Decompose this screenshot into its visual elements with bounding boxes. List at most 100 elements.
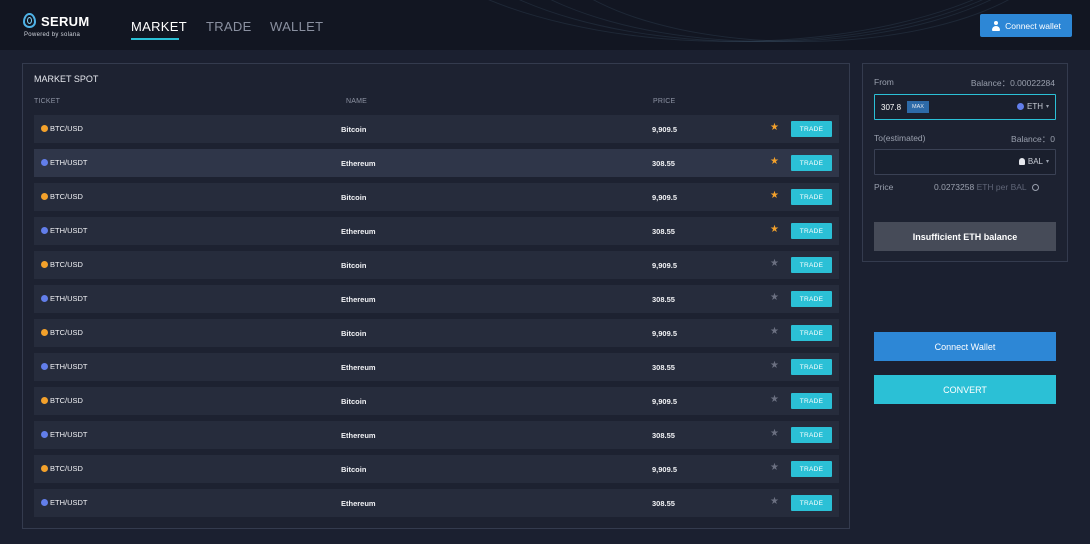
price-value: 0.0273258: [934, 182, 975, 192]
star-icon[interactable]: ★: [770, 293, 779, 303]
trade-button[interactable]: TRADE: [791, 359, 832, 375]
name-cell: Bitcoin: [341, 397, 367, 406]
table-row[interactable]: ETH/USDT Ethereum 308.55 ★ TRADE: [34, 217, 839, 245]
convert-button[interactable]: CONVERT: [874, 375, 1056, 404]
star-icon[interactable]: ★: [770, 157, 779, 167]
table-row[interactable]: ETH/USDT Ethereum 308.55 ★ TRADE: [34, 421, 839, 449]
trade-button[interactable]: TRADE: [791, 121, 832, 137]
star-icon[interactable]: ★: [770, 327, 779, 337]
trade-button[interactable]: TRADE: [791, 223, 832, 239]
connect-wallet-button[interactable]: Connect wallet: [980, 14, 1072, 37]
from-token-select[interactable]: ETH ▾: [1016, 102, 1049, 111]
table-row[interactable]: ETH/USDT Ethereum 308.55 ★ TRADE: [34, 149, 839, 177]
table-row[interactable]: BTC/USD Bitcoin 9,909.5 ★ TRADE: [34, 251, 839, 279]
table-row[interactable]: ETH/USDT Ethereum 308.55 ★ TRADE: [34, 353, 839, 381]
name-cell: Bitcoin: [341, 261, 367, 270]
star-icon[interactable]: ★: [770, 395, 779, 405]
price-cell: 308.55: [652, 295, 675, 304]
trade-button[interactable]: TRADE: [791, 495, 832, 511]
trade-button[interactable]: TRADE: [791, 393, 832, 409]
ticker-label: BTC/USD: [50, 192, 83, 201]
name-cell: Ethereum: [341, 431, 376, 440]
ticker-label: BTC/USD: [50, 260, 83, 269]
max-button[interactable]: MAX: [907, 101, 929, 113]
ticker-cell: BTC/USD: [41, 396, 83, 405]
serum-logo-icon: [23, 13, 36, 28]
ethereum-icon: [41, 227, 48, 234]
price-cell: 9,909.5: [652, 329, 678, 338]
table-row[interactable]: BTC/USD Bitcoin 9,909.5 ★ TRADE: [34, 183, 839, 211]
convert-panel: From Balance：0.00022284 307.8 MAX ETH ▾ …: [862, 63, 1068, 262]
serum-logo[interactable]: SERUM Powered by solana: [22, 12, 92, 42]
price-readout: 0.0273258 ETH per BAL: [934, 182, 1039, 192]
star-icon[interactable]: ★: [770, 497, 779, 507]
star-icon[interactable]: ★: [770, 463, 779, 473]
from-balance: Balance：0.00022284: [970, 78, 1055, 88]
ticker-label: BTC/USD: [50, 396, 83, 405]
tab-wallet[interactable]: WALLET: [270, 19, 323, 34]
star-icon[interactable]: ★: [770, 361, 779, 371]
name-cell: Bitcoin: [341, 193, 367, 202]
brand-name: SERUM: [41, 14, 90, 29]
to-amount-field[interactable]: BAL ▾: [874, 149, 1056, 175]
table-row[interactable]: BTC/USD Bitcoin 9,909.5 ★ TRADE: [34, 387, 839, 415]
price-cell: 9,909.5: [652, 465, 678, 474]
star-icon[interactable]: ★: [770, 191, 779, 201]
table-row[interactable]: ETH/USDT Ethereum 308.55 ★ TRADE: [34, 489, 839, 517]
from-amount-value: 307.8: [881, 103, 902, 112]
star-icon[interactable]: ★: [770, 259, 779, 269]
trade-button[interactable]: TRADE: [791, 427, 832, 443]
connect-wallet-main-button[interactable]: Connect Wallet: [874, 332, 1056, 361]
ticker-cell: BTC/USD: [41, 328, 83, 337]
ethereum-icon: [41, 159, 48, 166]
tab-market[interactable]: MARKET: [131, 19, 187, 34]
name-cell: Ethereum: [341, 227, 376, 236]
ticker-cell: BTC/USD: [41, 464, 83, 473]
balancer-icon: [1018, 158, 1025, 165]
trade-button[interactable]: TRADE: [791, 461, 832, 477]
bitcoin-icon: [41, 397, 48, 404]
price-cell: 9,909.5: [652, 193, 678, 202]
ticker-label: BTC/USD: [50, 464, 83, 473]
bitcoin-icon: [41, 125, 48, 132]
table-row[interactable]: ETH/USDT Ethereum 308.55 ★ TRADE: [34, 285, 839, 313]
ticker-cell: ETH/USDT: [41, 226, 88, 235]
price-cell: 9,909.5: [652, 125, 678, 134]
to-token-select[interactable]: BAL ▾: [1018, 157, 1049, 166]
trade-button[interactable]: TRADE: [791, 189, 832, 205]
trade-button[interactable]: TRADE: [791, 325, 832, 341]
price-cell: 308.55: [652, 363, 675, 372]
ethereum-icon: [1016, 103, 1024, 110]
table-row[interactable]: BTC/USD Bitcoin 9,909.5 ★ TRADE: [34, 455, 839, 483]
name-cell: Ethereum: [341, 159, 376, 168]
from-amount-field[interactable]: 307.8 MAX ETH ▾: [874, 94, 1056, 120]
swap-icon[interactable]: [1031, 184, 1039, 191]
ticker-cell: ETH/USDT: [41, 294, 88, 303]
insufficient-balance-button[interactable]: Insufficient ETH balance: [874, 222, 1056, 251]
ticker-cell: BTC/USD: [41, 260, 83, 269]
ethereum-icon: [41, 363, 48, 370]
trade-button[interactable]: TRADE: [791, 257, 832, 273]
star-icon[interactable]: ★: [770, 123, 779, 133]
star-icon[interactable]: ★: [770, 225, 779, 235]
brand-tagline: Powered by solana: [24, 32, 81, 38]
ticker-cell: ETH/USDT: [41, 158, 88, 167]
price-cell: 308.55: [652, 499, 675, 508]
name-cell: Ethereum: [341, 499, 376, 508]
trade-button[interactable]: TRADE: [791, 155, 832, 171]
trade-button[interactable]: TRADE: [791, 291, 832, 307]
table-row[interactable]: BTC/USD Bitcoin 9,909.5 ★ TRADE: [34, 115, 839, 143]
ethereum-icon: [41, 431, 48, 438]
table-row[interactable]: BTC/USD Bitcoin 9,909.5 ★ TRADE: [34, 319, 839, 347]
tab-trade[interactable]: TRADE: [206, 19, 252, 34]
column-header-ticket: TICKET: [34, 98, 61, 105]
ticker-cell: BTC/USD: [41, 124, 83, 133]
ticker-label: ETH/USDT: [50, 362, 88, 371]
star-icon[interactable]: ★: [770, 429, 779, 439]
ticker-cell: ETH/USDT: [41, 498, 88, 507]
bitcoin-icon: [41, 465, 48, 472]
price-cell: 308.55: [652, 431, 675, 440]
column-header-name: NAME: [346, 98, 368, 105]
market-title: MARKET SPOT: [34, 74, 99, 84]
ticker-label: ETH/USDT: [50, 226, 88, 235]
